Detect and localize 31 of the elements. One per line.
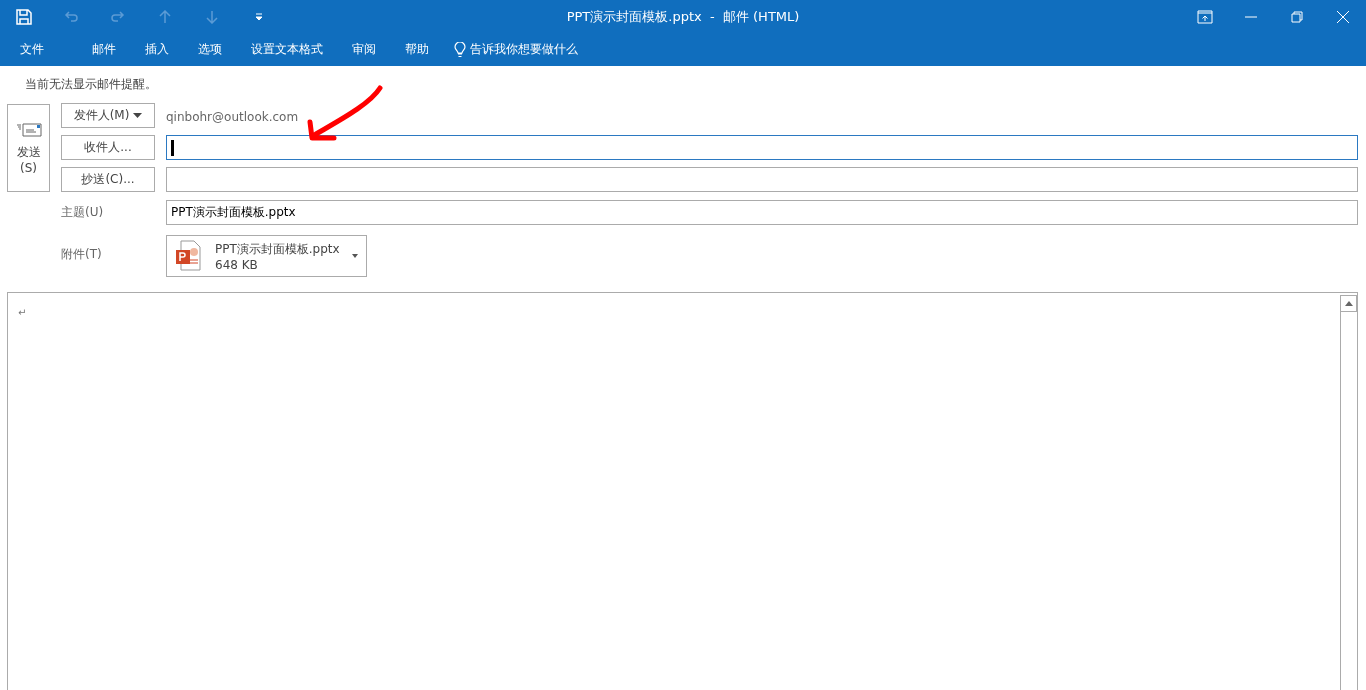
scroll-up-icon[interactable] — [1340, 295, 1357, 312]
ribbon-tab[interactable]: 帮助 — [391, 33, 443, 66]
subject-label: 主题(U) — [61, 203, 105, 221]
presentation-file-icon — [175, 240, 203, 272]
attachment-size: 648 KB — [215, 257, 259, 272]
attachment-label: 附件(T) — [61, 246, 103, 263]
tell-me-search[interactable]: 告诉我你想要做什么 — [444, 41, 588, 58]
send-button[interactable]: 发送 (S) — [7, 104, 50, 192]
cc-button[interactable]: 抄送(C)... — [61, 167, 155, 192]
attachment-item[interactable]: PPT演示封面模板.pptx 648 KB — [166, 235, 367, 277]
subject-field[interactable]: PPT演示封面模板.pptx — [166, 200, 1358, 225]
window-title: PPT演示封面模板.pptx - 邮件 (HTML) — [566, 7, 800, 26]
ribbon-tab[interactable]: 文件 — [6, 33, 58, 66]
text-cursor — [171, 139, 174, 156]
envelope-icon — [15, 121, 42, 138]
ribbon-tab[interactable]: 审阅 — [338, 33, 390, 66]
sender-address: qinbohr@outlook.com — [166, 110, 299, 124]
to-button[interactable]: 收件人... — [61, 135, 155, 160]
ribbon-tab[interactable]: 插入 — [131, 33, 183, 66]
attachment-name: PPT演示封面模板.pptx — [215, 240, 340, 258]
dropdown-caret-icon — [133, 113, 143, 118]
notice-text: 当前无法显示邮件提醒。 — [25, 77, 157, 91]
ribbon-tab[interactable]: 设置文本格式 — [237, 33, 337, 66]
from-button[interactable]: 发件人(M) — [61, 103, 155, 128]
ribbon-tab[interactable]: 选项 — [184, 33, 236, 66]
dropdown-caret-icon[interactable] — [351, 254, 358, 258]
lightbulb-icon — [454, 41, 466, 58]
message-body[interactable]: ↵ — [7, 292, 1358, 690]
paragraph-mark: ↵ — [18, 307, 27, 318]
scrollbar[interactable] — [1340, 295, 1357, 690]
ribbon-tab[interactable]: 邮件 — [78, 33, 130, 66]
